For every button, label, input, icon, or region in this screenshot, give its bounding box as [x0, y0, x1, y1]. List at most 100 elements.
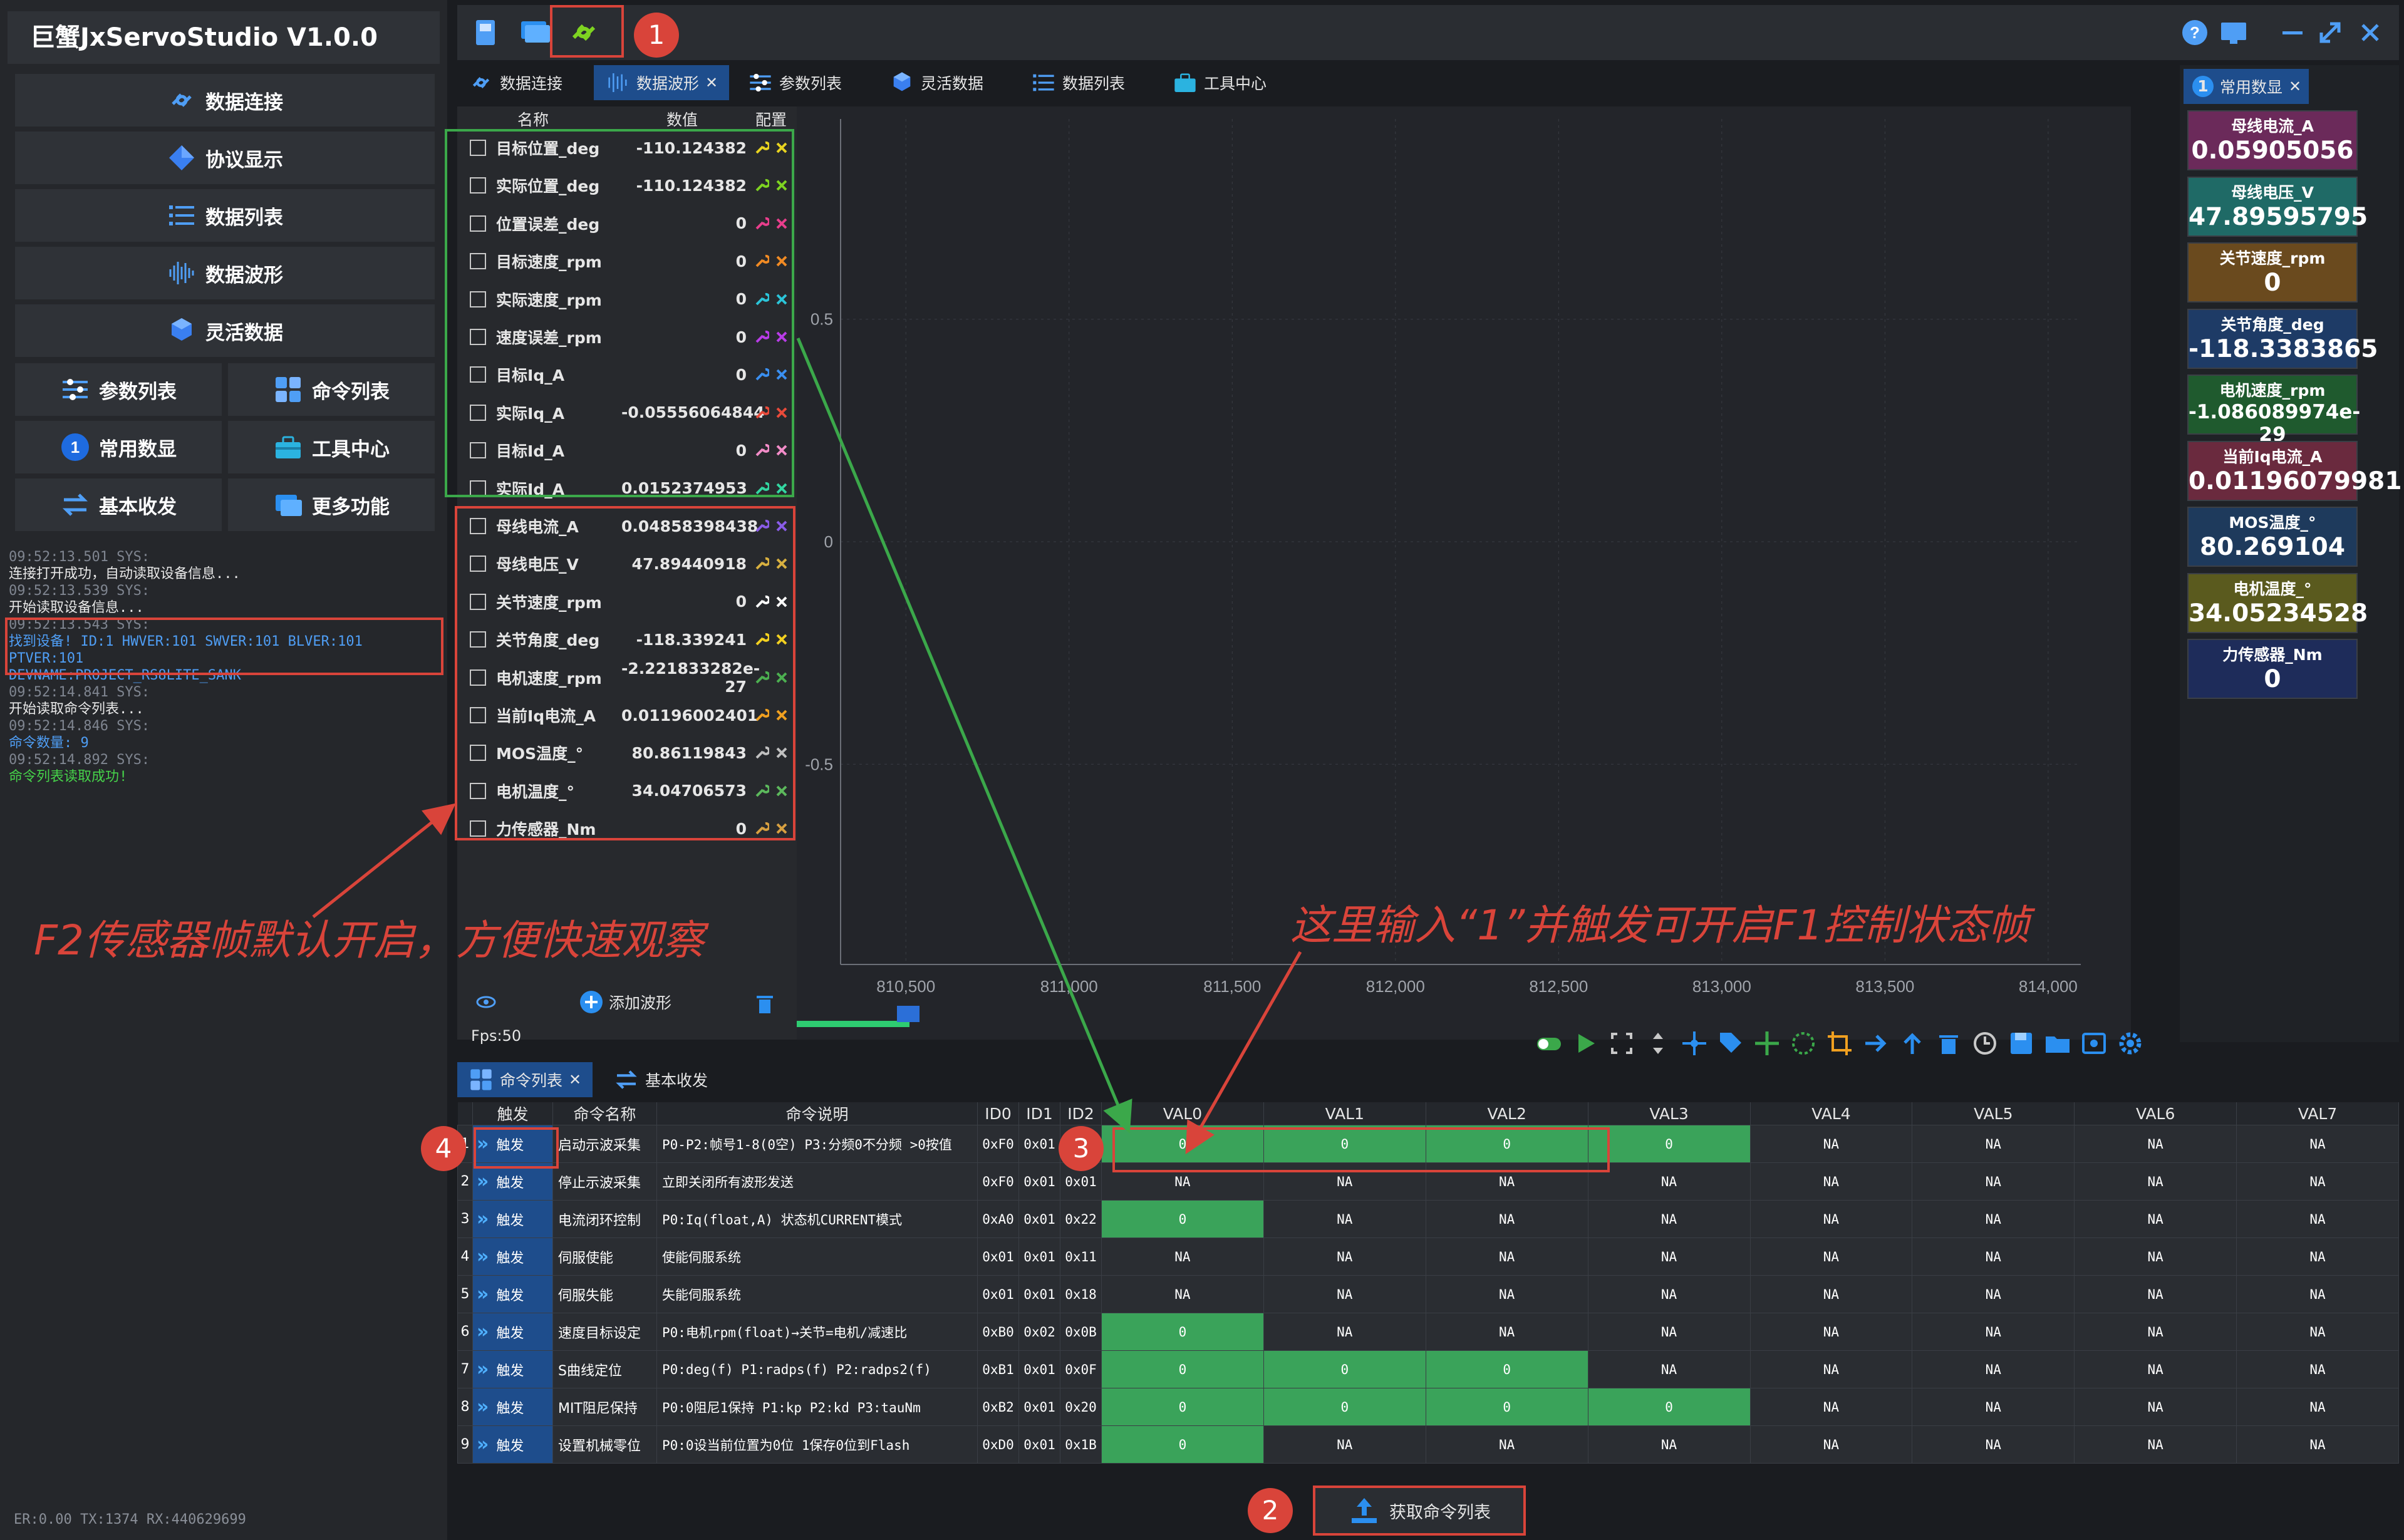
val-cell[interactable]: NA	[1101, 1238, 1264, 1276]
val-cell[interactable]: NA	[2074, 1238, 2237, 1276]
folder-icon[interactable]	[2043, 1029, 2072, 1058]
display-icon[interactable]	[2215, 14, 2252, 51]
val-cell[interactable]: NA	[2074, 1200, 2237, 1238]
nav-tool-center[interactable]: 工具中心	[228, 421, 435, 473]
val-cell[interactable]: 0	[1587, 1388, 1751, 1426]
val-cell[interactable]: NA	[1912, 1162, 2075, 1201]
val-cell[interactable]: NA	[1912, 1388, 2075, 1426]
val-cell[interactable]: NA	[2236, 1388, 2399, 1426]
val-cell[interactable]: NA	[2074, 1425, 2237, 1464]
val-cell[interactable]: NA	[2074, 1313, 2237, 1351]
add-wave-button[interactable]: 添加波形	[579, 990, 671, 1015]
nav-flex-data[interactable]: 灵活数据	[15, 304, 435, 357]
nav-param-list[interactable]: 参数列表	[15, 363, 222, 416]
val-cell[interactable]: NA	[1749, 1125, 1913, 1163]
clock-icon[interactable]	[1971, 1029, 1999, 1058]
val-cell[interactable]: NA	[1263, 1238, 1426, 1276]
val-cell[interactable]: NA	[1749, 1200, 1913, 1238]
val-cell[interactable]: NA	[2074, 1350, 2237, 1388]
val-cell[interactable]: NA	[1749, 1388, 1913, 1426]
val-cell[interactable]: NA	[1425, 1425, 1588, 1464]
toggle-icon[interactable]	[1535, 1029, 1563, 1058]
val-cell[interactable]: NA	[1263, 1425, 1426, 1464]
val-cell[interactable]: NA	[1587, 1200, 1751, 1238]
close-icon[interactable]: ✕	[2289, 78, 2301, 95]
val-cell[interactable]: NA	[2236, 1200, 2399, 1238]
val-cell[interactable]: 0	[1425, 1388, 1588, 1426]
eye-icon[interactable]	[475, 991, 497, 1013]
tab-data-list[interactable]: 数据列表	[1020, 65, 1136, 100]
val-cell[interactable]: 0	[1101, 1425, 1264, 1464]
val-cell[interactable]: NA	[1587, 1275, 1751, 1313]
nav-common-data[interactable]: 1 常用数显	[15, 421, 222, 473]
tab-basic-txrx[interactable]: 基本收发	[603, 1062, 719, 1097]
trigger-button[interactable]: » 触发	[472, 1313, 553, 1351]
val-cell[interactable]: NA	[1749, 1238, 1913, 1276]
val-cell[interactable]: NA	[1912, 1350, 2075, 1388]
val-cell[interactable]: NA	[1425, 1313, 1588, 1351]
val-cell[interactable]: 0	[1263, 1388, 1426, 1426]
val-cell[interactable]: NA	[1749, 1313, 1913, 1351]
val-cell[interactable]: NA	[1587, 1350, 1751, 1388]
val-cell[interactable]: NA	[2236, 1350, 2399, 1388]
device-icon[interactable]	[467, 14, 505, 51]
trigger-button[interactable]: » 触发	[472, 1388, 553, 1426]
val-cell[interactable]: NA	[1912, 1313, 2075, 1351]
val-cell[interactable]: NA	[1425, 1200, 1588, 1238]
val-cell[interactable]: NA	[1912, 1125, 2075, 1163]
tab-flex-data[interactable]: 灵活数据	[878, 65, 995, 100]
val-cell[interactable]: NA	[1912, 1200, 2075, 1238]
val-cell[interactable]: 0	[1587, 1125, 1751, 1163]
val-cell[interactable]: NA	[1912, 1275, 2075, 1313]
arrow-right-icon[interactable]	[1862, 1029, 1890, 1058]
tab-command-list[interactable]: 命令列表 ✕	[457, 1062, 593, 1097]
val-cell[interactable]: 0	[1425, 1350, 1588, 1388]
val-cell[interactable]: 0	[1101, 1200, 1264, 1238]
trigger-button[interactable]: » 触发	[472, 1200, 553, 1238]
trash-icon[interactable]	[754, 991, 775, 1015]
tag-icon[interactable]	[1716, 1029, 1745, 1058]
val-cell[interactable]: 0	[1263, 1350, 1426, 1388]
val-cell[interactable]: NA	[1263, 1200, 1426, 1238]
val-cell[interactable]: NA	[2074, 1162, 2237, 1201]
tab-common-data[interactable]: 1 常用数显 ✕	[2184, 69, 2309, 104]
tab-param-list[interactable]: 参数列表	[737, 65, 853, 100]
val-cell[interactable]: NA	[1425, 1238, 1588, 1276]
nav-basic-txrx[interactable]: 基本收发	[15, 478, 222, 531]
save-icon[interactable]	[2007, 1029, 2036, 1058]
val-cell[interactable]: NA	[1749, 1275, 1913, 1313]
screenshot-icon[interactable]	[2080, 1029, 2108, 1058]
val-cell[interactable]: NA	[1587, 1425, 1751, 1464]
val-cell[interactable]: NA	[1587, 1313, 1751, 1351]
vertical-resize-icon[interactable]	[1644, 1029, 1672, 1058]
val-cell[interactable]: NA	[2236, 1275, 2399, 1313]
val-cell[interactable]: NA	[2074, 1125, 2237, 1163]
val-cell[interactable]: NA	[1749, 1425, 1913, 1464]
val-cell[interactable]: NA	[2236, 1313, 2399, 1351]
val-cell[interactable]: 0	[1101, 1388, 1264, 1426]
val-cell[interactable]: NA	[1749, 1162, 1913, 1201]
move-icon[interactable]	[1680, 1029, 1709, 1058]
crosshair-icon[interactable]	[1753, 1029, 1781, 1058]
trigger-button[interactable]: » 触发	[472, 1350, 553, 1388]
close-icon[interactable]	[2351, 14, 2389, 51]
trigger-button[interactable]: » 触发	[472, 1238, 553, 1276]
trigger-button[interactable]: » 触发	[472, 1425, 553, 1464]
val-cell[interactable]: NA	[2236, 1125, 2399, 1163]
crop-icon[interactable]	[1825, 1029, 1854, 1058]
nav-protocol-display[interactable]: 协议显示	[15, 132, 435, 184]
nav-data-list[interactable]: 数据列表	[15, 189, 435, 242]
val-cell[interactable]: NA	[1912, 1238, 2075, 1276]
tab-tool-center[interactable]: 工具中心	[1161, 65, 1278, 100]
val-cell[interactable]: NA	[1587, 1238, 1751, 1276]
nav-command-list[interactable]: 命令列表	[228, 363, 435, 416]
val-cell[interactable]: NA	[2074, 1275, 2237, 1313]
val-cell[interactable]: NA	[1101, 1275, 1264, 1313]
nav-more-features[interactable]: 更多功能	[228, 478, 435, 531]
val-cell[interactable]: NA	[2236, 1238, 2399, 1276]
val-cell[interactable]: 0	[1101, 1350, 1264, 1388]
val-cell[interactable]: NA	[2236, 1162, 2399, 1201]
val-cell[interactable]: NA	[1263, 1313, 1426, 1351]
tab-close-icon[interactable]: ✕	[569, 1071, 581, 1088]
val-cell[interactable]: 0	[1101, 1313, 1264, 1351]
